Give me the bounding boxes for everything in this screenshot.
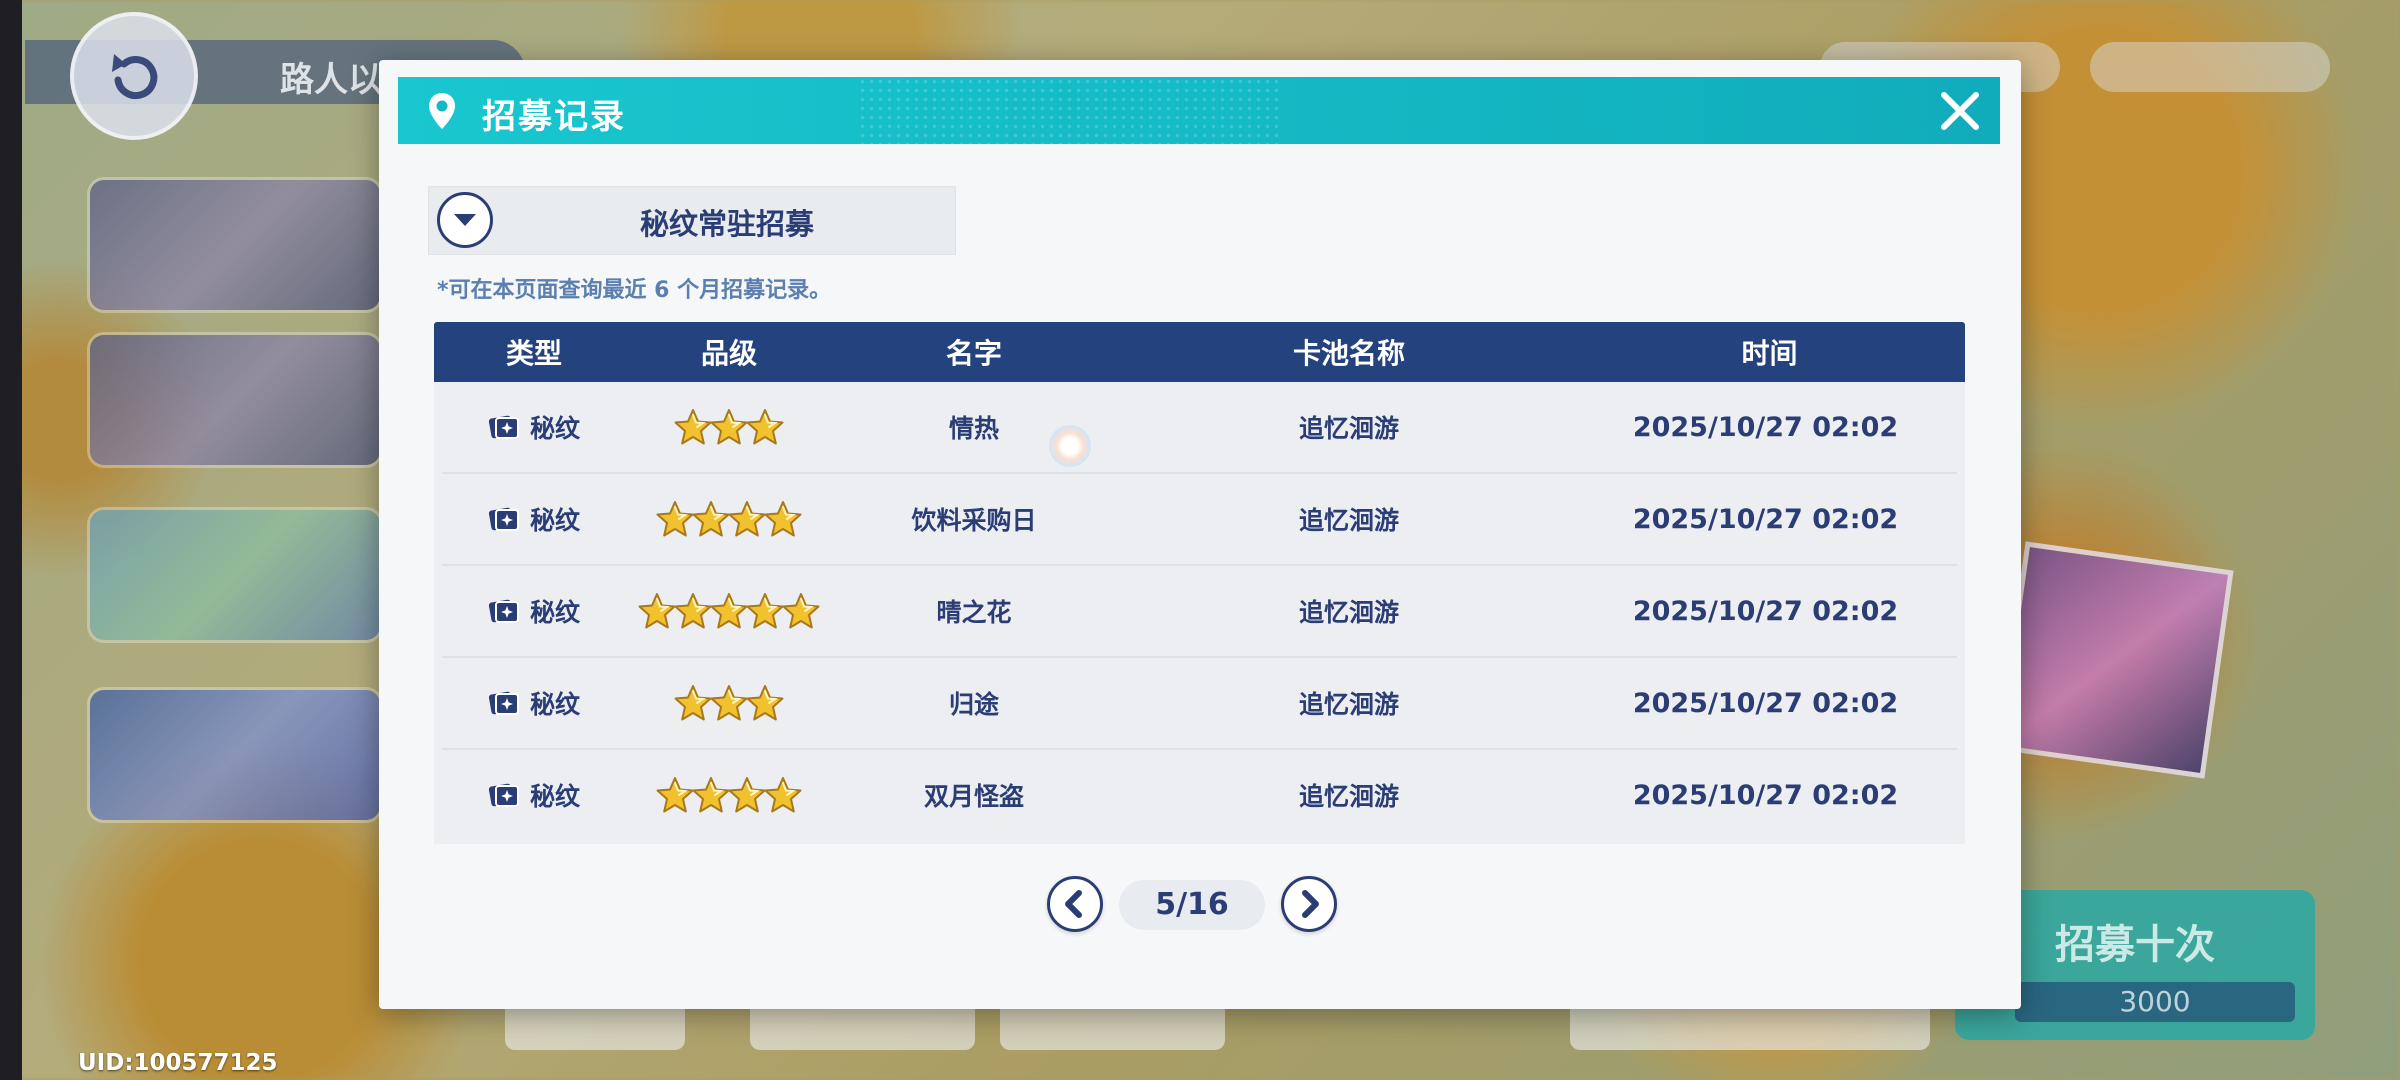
star-icon — [710, 593, 748, 629]
column-header-grade: 品级 — [700, 337, 757, 370]
row-grade-stars — [634, 683, 824, 723]
star-icon — [782, 593, 820, 629]
star-icon — [746, 685, 784, 721]
star-icon — [674, 409, 712, 445]
row-pool: 追忆洄游 — [1298, 506, 1399, 535]
table-row: 秘纹 情热 追忆洄游 2025/10/27 02:02 — [442, 382, 1957, 474]
pool-selector-dropdown[interactable]: 秘纹常驻招募 — [428, 186, 956, 255]
dialog-title: 招募记录 — [482, 97, 626, 137]
page-indicator: 5/16 — [1119, 880, 1265, 930]
row-name: 双月怪盗 — [923, 782, 1024, 811]
row-time: 2025/10/27 02:02 — [1632, 687, 1899, 719]
star-icon — [656, 501, 694, 537]
star-icon — [746, 593, 784, 629]
recruit-record-dialog: 招募记录 秘纹常驻招募 *可在本页面查询最近 6 个月招募记录。 类型 品级 名… — [379, 60, 2021, 1009]
star-icon — [728, 501, 766, 537]
column-header-pool: 卡池名称 — [1292, 337, 1405, 370]
star-icon — [638, 593, 676, 629]
recruit-record-table: 类型 品级 名字 卡池名称 时间 秘纹 情热 追忆洄游 2025/10/27 0… — [434, 322, 1965, 844]
top-currency-pill-2 — [2090, 42, 2330, 92]
screen-edge — [0, 0, 22, 1080]
row-time: 2025/10/27 02:02 — [1632, 595, 1899, 627]
card-sparkle-icon — [488, 689, 520, 717]
table-row: 秘纹 双月怪盗 追忆洄游 2025/10/27 02:02 — [442, 750, 1957, 840]
row-grade-stars — [634, 775, 824, 815]
prev-page-button[interactable] — [1047, 876, 1103, 932]
back-button[interactable] — [70, 12, 198, 140]
card-sparkle-icon — [488, 413, 520, 441]
next-page-button[interactable] — [1281, 876, 1337, 932]
row-type: 秘纹 — [529, 782, 580, 811]
star-icon — [710, 685, 748, 721]
banner-card-3[interactable] — [90, 510, 380, 640]
banner-card-4[interactable] — [90, 690, 380, 820]
column-header-time: 时间 — [1741, 337, 1798, 370]
row-pool: 追忆洄游 — [1298, 414, 1399, 443]
table-header: 类型 品级 名字 卡池名称 时间 — [434, 322, 1965, 382]
banner-card-1[interactable] — [90, 180, 380, 310]
star-icon — [674, 685, 712, 721]
chevron-right-icon — [1302, 890, 1319, 918]
chevron-down-icon[interactable] — [437, 192, 493, 248]
row-name: 晴之花 — [936, 598, 1012, 627]
pool-selector-label: 秘纹常驻招募 — [639, 207, 814, 241]
star-icon — [692, 501, 730, 537]
row-time: 2025/10/27 02:02 — [1632, 779, 1899, 811]
location-pin-icon — [429, 93, 455, 129]
star-icon — [764, 777, 802, 813]
card-sparkle-icon — [488, 597, 520, 625]
row-grade-stars — [634, 499, 824, 539]
touch-indicator — [1049, 425, 1091, 467]
row-type: 秘纹 — [529, 506, 580, 535]
table-row: 秘纹 饮料采购日 追忆洄游 2025/10/27 02:02 — [442, 474, 1957, 566]
table-body: 秘纹 情热 追忆洄游 2025/10/27 02:02 秘纹 饮料采购日 追忆洄… — [434, 382, 1965, 844]
card-sparkle-icon — [488, 781, 520, 809]
row-pool: 追忆洄游 — [1298, 690, 1399, 719]
table-row: 秘纹 晴之花 追忆洄游 2025/10/27 02:02 — [442, 566, 1957, 658]
recruit-ten-cost: 3000 — [2015, 982, 2295, 1022]
row-name: 饮料采购日 — [911, 506, 1037, 535]
column-header-name: 名字 — [945, 337, 1002, 370]
column-header-type: 类型 — [505, 337, 562, 370]
row-pool: 追忆洄游 — [1298, 598, 1399, 627]
row-type: 秘纹 — [529, 414, 580, 443]
row-grade-stars — [634, 591, 824, 631]
table-row: 秘纹 归途 追忆洄游 2025/10/27 02:02 — [442, 658, 1957, 750]
pagination: 5/16 — [1047, 874, 1337, 936]
card-sparkle-icon — [488, 505, 520, 533]
star-icon — [674, 593, 712, 629]
header-pattern — [858, 77, 1278, 144]
row-grade-stars — [634, 407, 824, 447]
chevron-left-icon — [1065, 890, 1082, 918]
dialog-header: 招募记录 — [398, 77, 2000, 144]
character-card-preview — [1996, 541, 2234, 779]
row-time: 2025/10/27 02:02 — [1632, 503, 1899, 535]
close-icon[interactable] — [1936, 87, 1984, 135]
star-icon — [764, 501, 802, 537]
row-name: 归途 — [948, 690, 999, 719]
row-type: 秘纹 — [529, 598, 580, 627]
back-arrow-icon — [112, 54, 158, 100]
star-icon — [692, 777, 730, 813]
row-time: 2025/10/27 02:02 — [1632, 411, 1899, 443]
star-icon — [656, 777, 694, 813]
star-icon — [746, 409, 784, 445]
star-icon — [710, 409, 748, 445]
uid-label: UID:100577125 — [78, 1050, 278, 1076]
star-icon — [728, 777, 766, 813]
query-range-notice: *可在本页面查询最近 6 个月招募记录。 — [437, 278, 832, 303]
row-type: 秘纹 — [529, 690, 580, 719]
banner-card-2[interactable] — [90, 335, 380, 465]
row-pool: 追忆洄游 — [1298, 782, 1399, 811]
